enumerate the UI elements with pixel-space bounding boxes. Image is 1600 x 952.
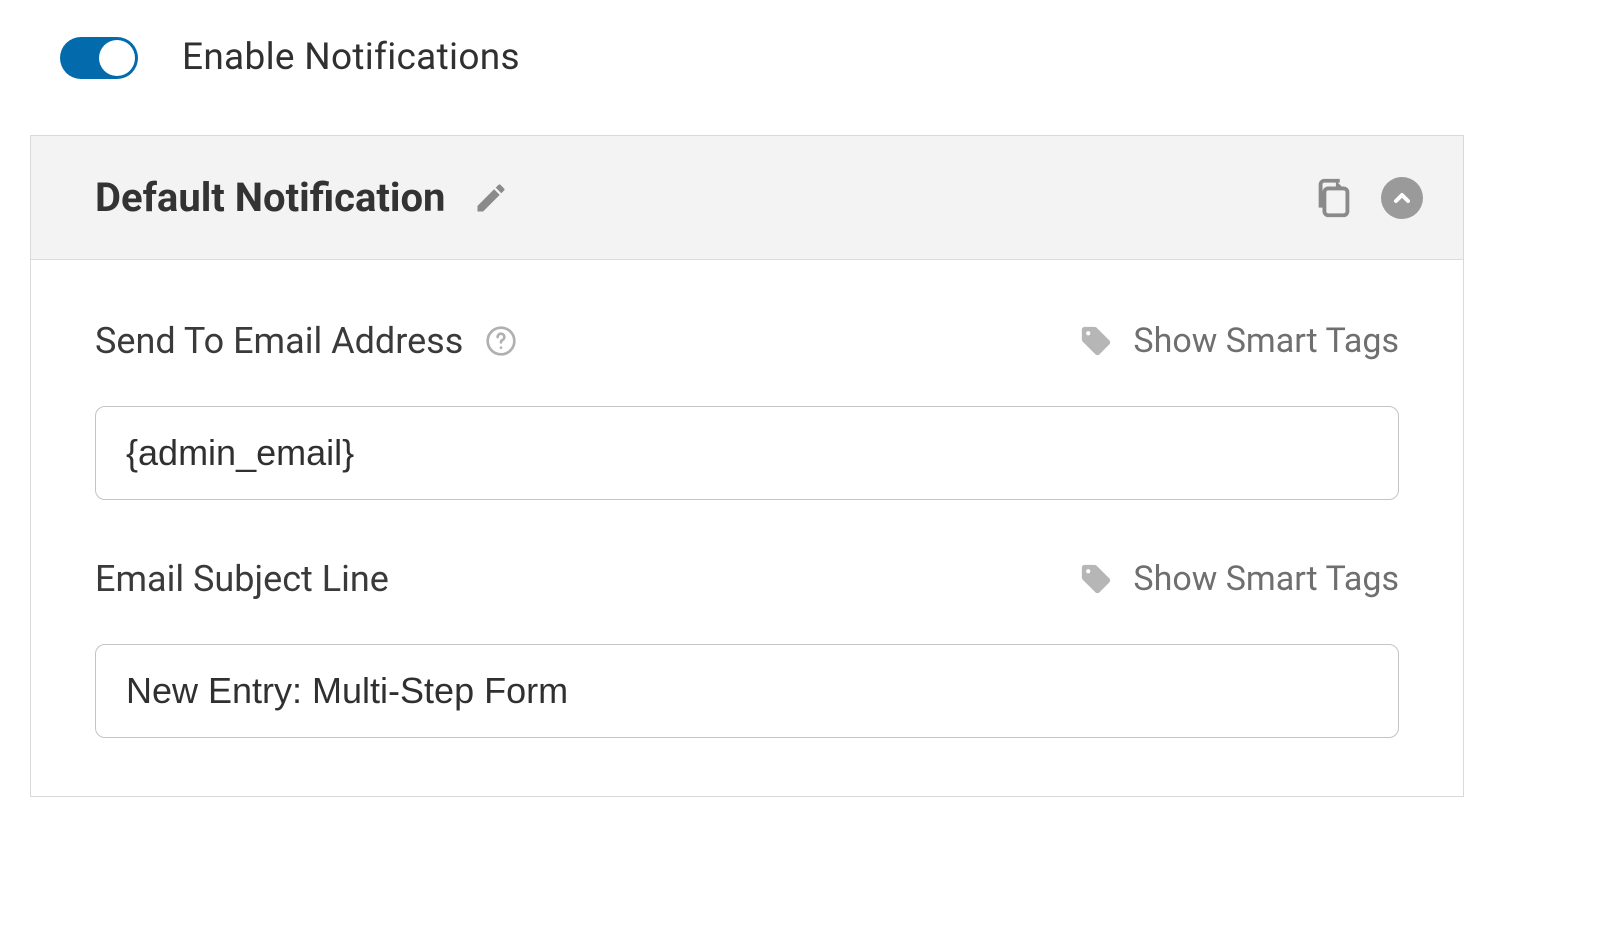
notification-panel: Default Notification — [30, 135, 1464, 797]
pencil-icon — [473, 180, 509, 216]
copy-icon — [1311, 175, 1357, 221]
subject-label-row: Email Subject Line Show Smart Tags — [95, 558, 1399, 600]
subject-smart-tags-label: Show Smart Tags — [1133, 559, 1399, 599]
enable-notifications-toggle[interactable] — [60, 37, 138, 79]
send-to-help-button[interactable] — [485, 325, 517, 357]
send-to-label: Send To Email Address — [95, 320, 463, 362]
panel-header-actions — [1311, 175, 1423, 221]
subject-input[interactable] — [95, 644, 1399, 738]
enable-notifications-row: Enable Notifications — [60, 36, 1564, 79]
send-to-smart-tags-label: Show Smart Tags — [1133, 321, 1399, 361]
tag-icon — [1079, 562, 1113, 596]
toggle-thumb — [99, 40, 135, 76]
duplicate-button[interactable] — [1311, 175, 1357, 221]
chevron-up-icon — [1390, 186, 1414, 210]
tag-icon — [1079, 324, 1113, 358]
collapse-button[interactable] — [1381, 177, 1423, 219]
send-to-input[interactable] — [95, 406, 1399, 500]
subject-label: Email Subject Line — [95, 558, 389, 600]
edit-title-button[interactable] — [473, 180, 509, 216]
panel-header: Default Notification — [31, 136, 1463, 260]
subject-field-group: Email Subject Line Show Smart Tags — [95, 558, 1399, 738]
enable-notifications-label: Enable Notifications — [182, 36, 520, 79]
send-to-field-group: Send To Email Address — [95, 320, 1399, 500]
help-icon — [485, 325, 517, 357]
panel-body: Send To Email Address — [31, 260, 1463, 738]
send-to-label-row: Send To Email Address — [95, 320, 1399, 362]
send-to-smart-tags-button[interactable]: Show Smart Tags — [1079, 321, 1399, 361]
panel-title: Default Notification — [95, 174, 445, 221]
subject-smart-tags-button[interactable]: Show Smart Tags — [1079, 559, 1399, 599]
